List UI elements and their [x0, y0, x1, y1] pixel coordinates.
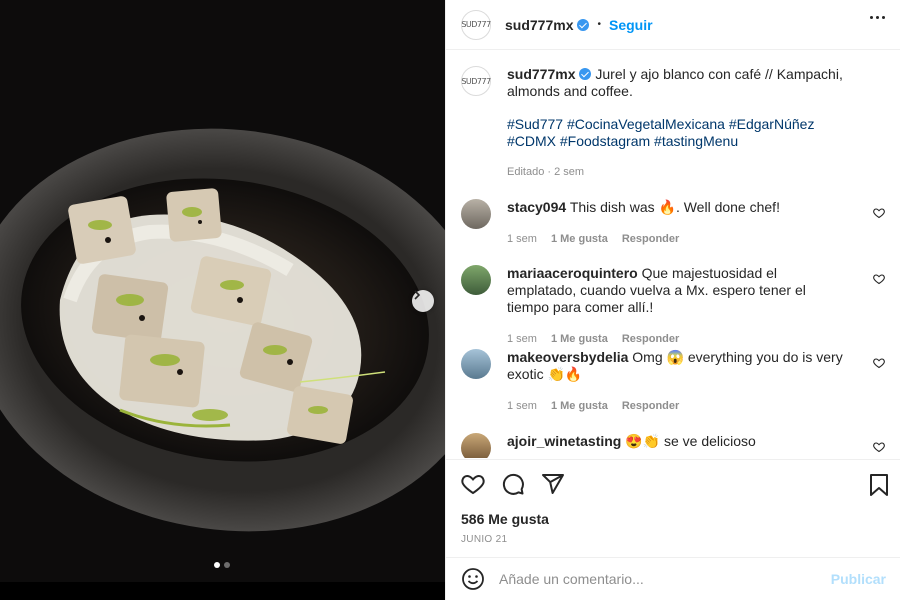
comment-bar: Publicar [446, 557, 900, 600]
share-icon[interactable] [541, 472, 565, 496]
avatar[interactable] [461, 199, 491, 229]
comment-likes[interactable]: 1 Me gusta [551, 331, 608, 348]
avatar-text: SUD777 [461, 20, 491, 29]
heart-icon[interactable] [873, 357, 885, 369]
follow-button[interactable]: Seguir [609, 17, 653, 33]
comment-item: ajoir_winetasting 😍👏 se ve delicioso [461, 433, 891, 458]
carousel-dot-1 [214, 562, 220, 568]
post-actions: 586 Me gusta JUNIO 21 [446, 459, 900, 557]
reply-button[interactable]: Responder [622, 231, 679, 248]
comment-time[interactable]: 1 sem [507, 331, 537, 348]
reply-button[interactable]: Responder [622, 331, 679, 348]
avatar-text: SUD777 [461, 76, 491, 86]
avatar[interactable] [461, 265, 491, 295]
verified-icon [577, 18, 590, 31]
likes-count[interactable]: 586 Me gusta [461, 511, 549, 527]
avatar[interactable]: SUD777 [461, 66, 491, 96]
post-panel: SUD777 sud777mx • Seguir SUD777 sud777mx… [445, 0, 900, 600]
carousel-indicator [214, 562, 230, 568]
edited-time: Editado · 2 sem [507, 166, 585, 178]
comment-item: mariaaceroquintero Que majestuosidad el … [461, 265, 891, 348]
heart-icon[interactable] [873, 441, 885, 453]
post-username[interactable]: sud777mx [505, 17, 573, 33]
reply-button[interactable]: Responder [622, 398, 679, 415]
carousel-dot-2 [224, 562, 230, 568]
post-header: SUD777 sud777mx • Seguir [446, 0, 900, 50]
avatar[interactable] [461, 349, 491, 379]
comment-username[interactable]: mariaaceroquintero [507, 265, 638, 281]
food-image [0, 0, 445, 600]
avatar[interactable] [461, 433, 491, 458]
comment-text: 😍👏 se ve delicioso [625, 433, 756, 449]
heart-icon[interactable] [873, 273, 885, 285]
chevron-right-icon [414, 290, 421, 300]
publish-button[interactable]: Publicar [831, 571, 886, 587]
comment-time[interactable]: 1 sem [507, 398, 537, 415]
hashtags[interactable]: #Sud777 #CocinaVegetalMexicana #EdgarNúñ… [507, 116, 847, 150]
comments-section[interactable]: SUD777 sud777mx Jurel y ajo blanco con c… [446, 51, 900, 458]
comment-time[interactable]: 1 sem [507, 231, 537, 248]
comment-username[interactable]: stacy094 [507, 199, 566, 215]
comment-username[interactable]: ajoir_winetasting [507, 433, 621, 449]
comment-input[interactable] [499, 571, 831, 587]
comment-likes[interactable]: 1 Me gusta [551, 398, 608, 415]
heart-icon[interactable] [873, 207, 885, 219]
photo-bottom-strip [0, 582, 445, 600]
comment-icon[interactable] [501, 472, 525, 496]
caption: SUD777 sud777mx Jurel y ajo blanco con c… [461, 66, 891, 181]
post-date: JUNIO 21 [461, 534, 508, 545]
heart-icon[interactable] [461, 472, 485, 496]
avatar[interactable]: SUD777 [461, 9, 491, 40]
comment-likes[interactable]: 1 Me gusta [551, 231, 608, 248]
comment-text: This dish was 🔥. Well done chef! [569, 199, 780, 215]
post-photo[interactable] [0, 0, 445, 600]
emoji-icon[interactable] [461, 567, 485, 591]
comment-item: makeoversbydelia Omg 😱 everything you do… [461, 349, 891, 415]
bookmark-icon[interactable] [869, 474, 889, 496]
comment-username[interactable]: makeoversbydelia [507, 349, 628, 365]
verified-icon [579, 68, 592, 80]
comment-item: stacy094 This dish was 🔥. Well done chef… [461, 199, 891, 248]
caption-username[interactable]: sud777mx [507, 66, 575, 82]
separator: • [597, 19, 601, 30]
more-options-icon[interactable] [870, 16, 885, 19]
carousel-next-button[interactable] [412, 290, 434, 312]
